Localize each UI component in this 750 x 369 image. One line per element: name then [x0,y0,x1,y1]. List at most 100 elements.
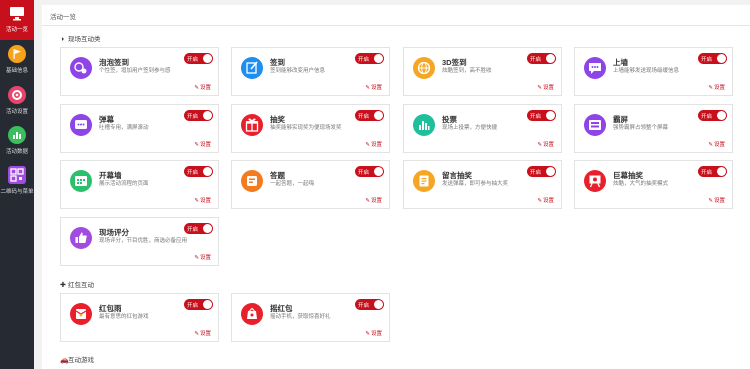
card-title: 泡泡签到 [99,58,129,67]
edit-icon: ✎ [708,142,713,148]
settings-link[interactable]: ✎设置 [708,83,725,91]
card-desc: 吐槽专用，满屏滚动 [99,125,149,131]
toggle-switch[interactable]: 开启 [184,299,213,310]
thumbs-up-icon [70,227,92,249]
card-desc: 现场评分，节目优胜，商选必备应用 [99,238,188,244]
edit-icon: ✎ [537,142,542,148]
edit-icon: ✎ [365,198,370,204]
card-live-scoring[interactable]: 现场评分 现场评分，节目优胜，商选必备应用 开启 ✎设置 [60,217,219,266]
toggle-switch[interactable]: 开启 [527,166,556,177]
sidebar: 活动一览 基础信息 活动设置 活动数据 二维码与菜单 [0,0,34,369]
card-title: 红包雨 [99,304,122,313]
tab-overview[interactable]: 活动一览 [50,11,76,21]
card-3d-signin[interactable]: 3D签到 炫酷签到，高不胜收 开启 ✎设置 [403,47,562,96]
settings-link[interactable]: ✎设置 [194,83,211,91]
toggle-switch[interactable]: 开启 [184,53,213,64]
card-bubble-signin[interactable]: 泡泡签到 个性签，增加用户签到参与感 开启 ✎设置 [60,47,219,96]
settings-link[interactable]: ✎设置 [194,196,211,204]
card-desc: 上墙能够发送现场级缓信息 [613,68,680,74]
card-message-lottery[interactable]: 留言抽奖 发送弹幕，即可参与抽大奖 开启 ✎设置 [403,160,562,209]
toggle-switch[interactable]: 开启 [698,166,727,177]
sidebar-item-activity-data[interactable]: 活动数据 [0,122,34,162]
card-title: 投票 [442,115,457,124]
toggle-switch[interactable]: 开启 [184,110,213,121]
card-title: 3D签到 [442,58,467,67]
main-panel: 活动一览 ◑ 现场互动类 泡泡签到 个性签，增加用户签到参与感 开启 ✎设置 签到… [42,5,750,369]
chart-icon [8,126,26,144]
sidebar-item-basic-info[interactable]: 基础信息 [0,41,34,81]
edit-icon: ✎ [537,85,542,91]
toggle-switch[interactable]: 开启 [355,166,384,177]
edit-icon: ✎ [537,198,542,204]
edit-icon: ✎ [365,331,370,337]
settings-link[interactable]: ✎设置 [365,196,382,204]
card-title: 留言抽奖 [442,171,472,180]
card-title: 签到 [270,58,285,67]
card-danmu[interactable]: 弹幕 吐槽专用，满屏滚动 开启 ✎设置 [60,104,219,153]
message-icon [584,57,606,79]
settings-link[interactable]: ✎设置 [365,140,382,148]
settings-link[interactable]: ✎设置 [708,196,725,204]
settings-link[interactable]: ✎设置 [537,140,554,148]
settings-link[interactable]: ✎设置 [194,140,211,148]
toggle-switch[interactable]: 开启 [527,53,556,64]
card-red-envelope-rain[interactable]: 红包雨 最有意思的红包游戏 开启 ✎设置 [60,293,219,342]
settings-link[interactable]: ✎设置 [365,329,382,337]
toggle-switch[interactable]: 开启 [527,110,556,121]
screen-icon [584,114,606,136]
section-icon: ◑ [60,36,65,43]
easel-icon [584,170,606,192]
toggle-switch[interactable]: 开启 [355,299,384,310]
sidebar-item-overview[interactable]: 活动一览 [0,0,34,40]
card-title: 巨幕抽奖 [613,171,643,180]
section-title-red-envelope: ✚ 红包互动 [60,282,94,289]
settings-link[interactable]: ✎设置 [194,253,211,261]
card-title: 抽奖 [270,115,285,124]
sidebar-item-qrcode-menu[interactable]: 二维码与菜单 [0,162,34,202]
sidebar-item-activity-settings[interactable]: 活动设置 [0,82,34,122]
card-desc: 签到能够改变用户信息 [270,68,326,74]
card-title: 现场评分 [99,228,129,237]
calendar-icon [70,170,92,192]
edit-icon: ✎ [194,198,199,204]
card-giant-lottery[interactable]: 巨幕抽奖 炫酷，大气的抽奖模式 开启 ✎设置 [574,160,733,209]
card-vote[interactable]: 投票 现场上投票，方便快捷 开启 ✎设置 [403,104,562,153]
edit-icon: ✎ [194,331,199,337]
bubble-signin-icon [70,57,92,79]
monitor-icon [8,4,26,22]
card-desc: 现场上投票，方便快捷 [442,125,498,131]
toggle-switch[interactable]: 开启 [355,110,384,121]
edit-icon: ✎ [194,255,199,261]
settings-link[interactable]: ✎设置 [365,83,382,91]
pen-icon [241,57,263,79]
qrcode-icon [8,166,26,184]
toggle-switch[interactable]: 开启 [698,110,727,121]
card-desc: 个性签，增加用户签到参与感 [99,68,171,74]
section-icon: ✚ [60,282,66,289]
card-title: 开幕墙 [99,171,122,180]
card-opening-wall[interactable]: 开幕墙 展示活动流程的页面 开启 ✎设置 [60,160,219,209]
toggle-switch[interactable]: 开启 [184,166,213,177]
settings-link[interactable]: ✎设置 [708,140,725,148]
edit-icon: ✎ [194,142,199,148]
toggle-switch[interactable]: 开启 [184,223,213,234]
edit-icon: ✎ [708,85,713,91]
card-signin[interactable]: 签到 签到能够改变用户信息 开启 ✎设置 [231,47,390,96]
globe-icon [413,57,435,79]
settings-link[interactable]: ✎设置 [194,329,211,337]
card-lottery[interactable]: 抽奖 抽奖能够实现奖为便现场发奖 开启 ✎设置 [231,104,390,153]
flag-icon [8,45,26,63]
card-quiz[interactable]: 答题 一起答题，一起嗨 开启 ✎设置 [231,160,390,209]
card-desc: 最有意思的红包游戏 [99,314,149,320]
shake-envelope-icon [241,303,263,325]
card-wall[interactable]: 上墙 上墙能够发送现场级缓信息 开启 ✎设置 [574,47,733,96]
card-bapin[interactable]: 霸屏 强势霸屏占领整个屏幕 开启 ✎设置 [574,104,733,153]
card-shake-envelope[interactable]: 摇红包 摇动手机，获取惊喜好礼 开启 ✎设置 [231,293,390,342]
settings-link[interactable]: ✎设置 [537,83,554,91]
card-desc: 发送弹幕，即可参与抽大奖 [442,181,509,187]
toggle-switch[interactable]: 开启 [698,53,727,64]
edit-icon: ✎ [194,85,199,91]
toggle-switch[interactable]: 开启 [355,53,384,64]
settings-link[interactable]: ✎设置 [537,196,554,204]
sidebar-item-label: 活动数据 [5,149,28,155]
